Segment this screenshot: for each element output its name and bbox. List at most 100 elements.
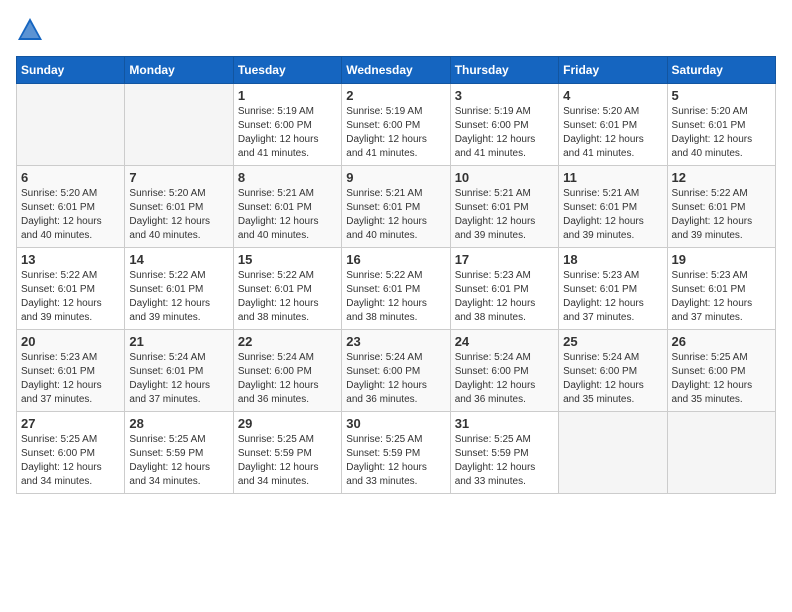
calendar-cell: 29 Sunrise: 5:25 AM Sunset: 5:59 PM Dayli… xyxy=(233,412,341,494)
day-number: 3 xyxy=(455,88,554,103)
day-number: 7 xyxy=(129,170,228,185)
day-info: Sunrise: 5:22 AM Sunset: 6:01 PM Dayligh… xyxy=(21,269,120,325)
calendar-cell: 6 Sunrise: 5:20 AM Sunset: 6:01 PM Daylig… xyxy=(17,166,125,248)
calendar-cell: 23 Sunrise: 5:24 AM Sunset: 6:00 PM Dayli… xyxy=(342,330,450,412)
week-row-3: 13 Sunrise: 5:22 AM Sunset: 6:01 PM Dayli… xyxy=(17,248,776,330)
day-info: Sunrise: 5:22 AM Sunset: 6:01 PM Dayligh… xyxy=(346,269,445,325)
calendar-cell: 18 Sunrise: 5:23 AM Sunset: 6:01 PM Dayli… xyxy=(559,248,667,330)
week-row-2: 6 Sunrise: 5:20 AM Sunset: 6:01 PM Daylig… xyxy=(17,166,776,248)
day-info: Sunrise: 5:25 AM Sunset: 5:59 PM Dayligh… xyxy=(238,433,337,489)
day-info: Sunrise: 5:24 AM Sunset: 6:00 PM Dayligh… xyxy=(455,351,554,407)
day-info: Sunrise: 5:20 AM Sunset: 6:01 PM Dayligh… xyxy=(672,105,771,161)
day-number: 27 xyxy=(21,416,120,431)
day-number: 8 xyxy=(238,170,337,185)
calendar-cell xyxy=(17,84,125,166)
day-number: 28 xyxy=(129,416,228,431)
day-number: 12 xyxy=(672,170,771,185)
day-number: 25 xyxy=(563,334,662,349)
calendar-cell: 21Sunrise: 5:24 AM Sunset: 6:01 PM Dayli… xyxy=(125,330,233,412)
calendar-cell: 24 Sunrise: 5:24 AM Sunset: 6:00 PM Dayli… xyxy=(450,330,558,412)
day-info: Sunrise: 5:20 AM Sunset: 6:01 PM Dayligh… xyxy=(21,187,120,243)
day-info: Sunrise: 5:23 AM Sunset: 6:01 PM Dayligh… xyxy=(672,269,771,325)
calendar-cell xyxy=(667,412,775,494)
calendar-cell xyxy=(125,84,233,166)
day-info: Sunrise: 5:24 AM Sunset: 6:00 PM Dayligh… xyxy=(563,351,662,407)
calendar-cell xyxy=(559,412,667,494)
day-number: 5 xyxy=(672,88,771,103)
day-number: 31 xyxy=(455,416,554,431)
day-info: Sunrise: 5:21 AM Sunset: 6:01 PM Dayligh… xyxy=(563,187,662,243)
day-info: Sunrise: 5:25 AM Sunset: 6:00 PM Dayligh… xyxy=(21,433,120,489)
day-number: 20 xyxy=(21,334,120,349)
column-header-monday: Monday xyxy=(125,57,233,84)
logo xyxy=(16,16,48,44)
column-header-tuesday: Tuesday xyxy=(233,57,341,84)
calendar-cell: 12 Sunrise: 5:22 AM Sunset: 6:01 PM Dayli… xyxy=(667,166,775,248)
calendar-cell: 3 Sunrise: 5:19 AM Sunset: 6:00 PM Daylig… xyxy=(450,84,558,166)
calendar-cell: 28 Sunrise: 5:25 AM Sunset: 5:59 PM Dayli… xyxy=(125,412,233,494)
day-info: Sunrise: 5:24 AM Sunset: 6:00 PM Dayligh… xyxy=(238,351,337,407)
column-header-friday: Friday xyxy=(559,57,667,84)
week-row-1: 1 Sunrise: 5:19 AM Sunset: 6:00 PM Daylig… xyxy=(17,84,776,166)
calendar-cell: 1 Sunrise: 5:19 AM Sunset: 6:00 PM Daylig… xyxy=(233,84,341,166)
day-number: 16 xyxy=(346,252,445,267)
day-number: 29 xyxy=(238,416,337,431)
calendar-cell: 10 Sunrise: 5:21 AM Sunset: 6:01 PM Dayli… xyxy=(450,166,558,248)
calendar-cell: 20 Sunrise: 5:23 AM Sunset: 6:01 PM Dayli… xyxy=(17,330,125,412)
day-number: 18 xyxy=(563,252,662,267)
day-info: Sunrise: 5:24 AM Sunset: 6:00 PM Dayligh… xyxy=(346,351,445,407)
column-header-thursday: Thursday xyxy=(450,57,558,84)
day-info: Sunrise: 5:19 AM Sunset: 6:00 PM Dayligh… xyxy=(455,105,554,161)
day-number: 10 xyxy=(455,170,554,185)
day-number: 4 xyxy=(563,88,662,103)
day-info: Sunrise: 5:22 AM Sunset: 6:01 PM Dayligh… xyxy=(129,269,228,325)
day-number: 17 xyxy=(455,252,554,267)
calendar-cell: 5 Sunrise: 5:20 AM Sunset: 6:01 PM Daylig… xyxy=(667,84,775,166)
day-number: 19 xyxy=(672,252,771,267)
day-number: 26 xyxy=(672,334,771,349)
calendar-cell: 22 Sunrise: 5:24 AM Sunset: 6:00 PM Dayli… xyxy=(233,330,341,412)
day-info: Sunrise: 5:19 AM Sunset: 6:00 PM Dayligh… xyxy=(346,105,445,161)
day-info: Sunrise: 5:21 AM Sunset: 6:01 PM Dayligh… xyxy=(455,187,554,243)
day-number: 6 xyxy=(21,170,120,185)
day-number: 14 xyxy=(129,252,228,267)
day-info: Sunrise: 5:23 AM Sunset: 6:01 PM Dayligh… xyxy=(455,269,554,325)
calendar-cell: 13 Sunrise: 5:22 AM Sunset: 6:01 PM Dayli… xyxy=(17,248,125,330)
calendar-cell: 16 Sunrise: 5:22 AM Sunset: 6:01 PM Dayli… xyxy=(342,248,450,330)
day-number: 9 xyxy=(346,170,445,185)
column-header-wednesday: Wednesday xyxy=(342,57,450,84)
calendar-table: SundayMondayTuesdayWednesdayThursdayFrid… xyxy=(16,56,776,494)
calendar-cell: 4 Sunrise: 5:20 AM Sunset: 6:01 PM Daylig… xyxy=(559,84,667,166)
column-header-sunday: Sunday xyxy=(17,57,125,84)
calendar-cell: 11Sunrise: 5:21 AM Sunset: 6:01 PM Dayli… xyxy=(559,166,667,248)
calendar-cell: 7Sunrise: 5:20 AM Sunset: 6:01 PM Daylig… xyxy=(125,166,233,248)
calendar-cell: 19 Sunrise: 5:23 AM Sunset: 6:01 PM Dayli… xyxy=(667,248,775,330)
day-number: 23 xyxy=(346,334,445,349)
day-info: Sunrise: 5:19 AM Sunset: 6:00 PM Dayligh… xyxy=(238,105,337,161)
calendar-cell: 8 Sunrise: 5:21 AM Sunset: 6:01 PM Daylig… xyxy=(233,166,341,248)
day-info: Sunrise: 5:25 AM Sunset: 5:59 PM Dayligh… xyxy=(346,433,445,489)
calendar-cell: 30 Sunrise: 5:25 AM Sunset: 5:59 PM Dayli… xyxy=(342,412,450,494)
calendar-cell: 15 Sunrise: 5:22 AM Sunset: 6:01 PM Dayli… xyxy=(233,248,341,330)
day-number: 1 xyxy=(238,88,337,103)
day-number: 30 xyxy=(346,416,445,431)
calendar-cell: 26 Sunrise: 5:25 AM Sunset: 6:00 PM Dayli… xyxy=(667,330,775,412)
day-number: 24 xyxy=(455,334,554,349)
calendar-cell: 25 Sunrise: 5:24 AM Sunset: 6:00 PM Dayli… xyxy=(559,330,667,412)
day-info: Sunrise: 5:25 AM Sunset: 6:00 PM Dayligh… xyxy=(672,351,771,407)
day-info: Sunrise: 5:25 AM Sunset: 5:59 PM Dayligh… xyxy=(129,433,228,489)
calendar-cell: 27 Sunrise: 5:25 AM Sunset: 6:00 PM Dayli… xyxy=(17,412,125,494)
day-number: 21 xyxy=(129,334,228,349)
day-number: 22 xyxy=(238,334,337,349)
day-info: Sunrise: 5:21 AM Sunset: 6:01 PM Dayligh… xyxy=(238,187,337,243)
calendar-cell: 31Sunrise: 5:25 AM Sunset: 5:59 PM Dayli… xyxy=(450,412,558,494)
day-info: Sunrise: 5:21 AM Sunset: 6:01 PM Dayligh… xyxy=(346,187,445,243)
day-info: Sunrise: 5:23 AM Sunset: 6:01 PM Dayligh… xyxy=(21,351,120,407)
day-info: Sunrise: 5:22 AM Sunset: 6:01 PM Dayligh… xyxy=(672,187,771,243)
day-info: Sunrise: 5:23 AM Sunset: 6:01 PM Dayligh… xyxy=(563,269,662,325)
day-info: Sunrise: 5:20 AM Sunset: 6:01 PM Dayligh… xyxy=(563,105,662,161)
day-info: Sunrise: 5:22 AM Sunset: 6:01 PM Dayligh… xyxy=(238,269,337,325)
day-number: 15 xyxy=(238,252,337,267)
day-number: 2 xyxy=(346,88,445,103)
day-number: 13 xyxy=(21,252,120,267)
